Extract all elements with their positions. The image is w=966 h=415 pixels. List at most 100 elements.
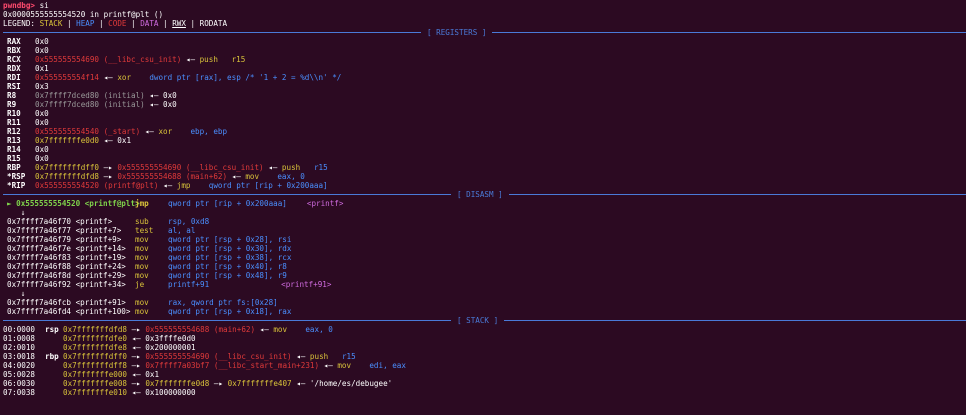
instruction-address: 0x7ffff7a46f83 <printf+19> xyxy=(7,253,126,262)
stack-value: —▸ xyxy=(209,379,228,388)
stack-value: 0x7fffffffe008 xyxy=(63,379,128,388)
instruction-mnemonic: sub xyxy=(135,217,149,226)
stack-value: mov xyxy=(337,361,370,370)
register-value: jmp xyxy=(176,181,209,190)
instruction-operands: qword ptr [rsp + 0x30], rdx xyxy=(168,244,292,253)
stack-register: rbp xyxy=(45,352,59,361)
disasm-row: 0x7ffff7a46f8d <printf+29> mov qword ptr [… xyxy=(7,271,966,280)
register-value: qword ptr [rip + 0x200aaa] xyxy=(208,181,328,190)
register-value: 0x555555554520 (printf@plt) xyxy=(35,181,159,190)
stack-value: eax, 0 xyxy=(305,325,333,334)
register-row: R13 0x7fffffffe0d0 ◂— 0x1 xyxy=(7,136,966,145)
stack-offset: 00:0000 xyxy=(3,325,36,334)
register-name: R14 xyxy=(7,145,21,154)
stack-offset: 03:0018 xyxy=(3,352,36,361)
instruction-operands: qword ptr [rsp + 0x40], r8 xyxy=(168,262,287,271)
stack-value: —▸ xyxy=(127,379,146,388)
instruction-mnemonic: mov xyxy=(135,307,149,316)
stack-offset: 04:0020 xyxy=(3,361,36,370)
instruction-mnemonic: test xyxy=(135,226,154,235)
register-row: R14 0x0 xyxy=(7,145,966,154)
stack-value: 0x7fffffffdff0 xyxy=(63,352,128,361)
disasm-separator: [ DISASM ] xyxy=(3,190,966,199)
disasm-panel: ► 0x555555554520 <printf@plt>jmp qword pt… xyxy=(3,199,966,316)
stack-value: 0x7fffffffe407 xyxy=(227,379,292,388)
stack-register: rsp xyxy=(45,325,59,334)
stack-panel: 00:0000 rsp 0x7fffffffdfd8 —▸ 0x5555555546… xyxy=(3,325,966,397)
instruction-operands: printf+91 xyxy=(168,280,210,289)
stack-separator: [ STACK ] xyxy=(3,316,966,325)
disasm-row: ↓ xyxy=(7,208,966,217)
legend-heap: HEAP xyxy=(76,19,95,28)
disasm-row: 0x7ffff7a46f77 <printf+7> test al, al xyxy=(7,226,966,235)
register-value: 0x0 xyxy=(35,37,49,46)
stack-value: ◂— xyxy=(319,361,338,370)
disasm-row: 0x7ffff7a46fcb <printf+91> mov rax, qword … xyxy=(7,298,966,307)
stack-value: —▸ xyxy=(127,352,146,361)
disasm-row: 0x7ffff7a46f88 <printf+24> mov qword ptr [… xyxy=(7,262,966,271)
stack-value: ◂— 0x1 xyxy=(127,370,160,379)
register-name: R12 xyxy=(7,127,21,136)
register-row: RDX 0x1 xyxy=(7,64,966,73)
register-name: RBP xyxy=(7,163,21,172)
prompt: pwndbg> xyxy=(3,1,36,10)
register-value: ◂— xyxy=(227,172,246,181)
legend-rwx: RWX xyxy=(172,19,186,28)
register-value: ◂— 0x0 xyxy=(144,91,177,100)
register-value: 0x555555554540 (_start) xyxy=(35,127,141,136)
register-value: ebp, ebp xyxy=(190,127,228,136)
legend-line: LEGEND: STACK | HEAP | CODE | DATA | RWX… xyxy=(3,19,228,28)
register-value: eax, 0 xyxy=(277,172,305,181)
register-value: ◂— 0x1 xyxy=(99,136,132,145)
register-name: RDX xyxy=(7,64,21,73)
stack-value: —▸ xyxy=(127,325,146,334)
disasm-row: 0x7ffff7a46fd4 <printf+100> mov qword ptr … xyxy=(7,307,966,316)
register-name: *RSP xyxy=(7,172,26,181)
stack-value: ◂— '/home/es/debugee' xyxy=(291,379,393,388)
stack-value: r15 xyxy=(341,352,356,361)
instruction-operands: qword ptr [rsp + 0x48], r9 xyxy=(168,271,287,280)
prompt-line[interactable]: pwndbg> si xyxy=(3,1,966,10)
register-row: RBP 0x7fffffffdff0 —▸ 0x555555554690 (__l… xyxy=(7,163,966,172)
register-value: 0x3 xyxy=(35,82,49,91)
legend-stack: STACK xyxy=(39,19,63,28)
stack-value: ◂— 0x100000000 xyxy=(127,388,196,397)
stack-value: push xyxy=(309,352,342,361)
stack-value: 0x7fffffffdfe0 xyxy=(63,334,128,343)
register-value: 0x0 xyxy=(35,109,49,118)
register-name: R10 xyxy=(7,109,21,118)
stack-row: 03:0018 rbp 0x7fffffffdff0 —▸ 0x5555555546… xyxy=(3,352,966,361)
stack-offset: 02:0010 xyxy=(3,343,36,352)
instruction-address: 0x7ffff7a46f88 <printf+24> xyxy=(7,262,126,271)
terminal-window[interactable]: pwndbg> si 0x0000555555554520 in printf@… xyxy=(0,0,966,415)
stack-value: ◂— 0x200000001 xyxy=(127,343,196,352)
stack-offset: 07:0038 xyxy=(3,388,36,397)
disasm-row: ► 0x555555554520 <printf@plt>jmp qword pt… xyxy=(7,199,966,208)
register-name: RBX xyxy=(7,46,21,55)
register-name: R15 xyxy=(7,154,21,163)
stack-row: 00:0000 rsp 0x7fffffffdfd8 —▸ 0x5555555546… xyxy=(3,325,966,334)
legend-rodata: RODATA xyxy=(199,19,228,28)
stack-row: 07:0038 0x7fffffffe010 ◂— 0x100000000 xyxy=(3,388,966,397)
instruction-mnemonic: mov xyxy=(135,262,149,271)
register-row: R10 0x0 xyxy=(7,109,966,118)
instruction-address: 0x7ffff7a46f77 <printf+7> xyxy=(7,226,122,235)
registers-panel: RAX 0x0 RBX 0x0 RCX 0x555555554690 (__libc_cs… xyxy=(3,37,966,190)
register-row: R11 0x0 xyxy=(7,118,966,127)
register-value: 0x0 xyxy=(35,46,49,55)
disasm-row: 0x7ffff7a46f79 <printf+9> mov qword ptr [r… xyxy=(7,235,966,244)
instruction-mnemonic: je xyxy=(135,280,145,289)
register-value: mov xyxy=(245,172,278,181)
register-row: RCX 0x555555554690 (__libc_csu_init) ◂— p… xyxy=(7,55,966,64)
instruction-mnemonic: mov xyxy=(135,235,149,244)
register-row: R15 0x0 xyxy=(7,154,966,163)
instruction-mnemonic: mov xyxy=(135,298,149,307)
instruction-address: 0x7ffff7a46f79 <printf+9> xyxy=(7,235,122,244)
registers-separator: [ REGISTERS ] xyxy=(3,28,966,37)
instruction-operands: qword ptr [rsp + 0x28], rsi xyxy=(168,235,292,244)
stack-value: 0x7fffffffe010 xyxy=(63,388,128,397)
register-value: ◂— xyxy=(99,73,118,82)
register-value: r15 xyxy=(313,163,328,172)
register-value: ◂— xyxy=(263,163,282,172)
instruction-operands: qword ptr [rsp + 0x18], rax xyxy=(168,307,292,316)
